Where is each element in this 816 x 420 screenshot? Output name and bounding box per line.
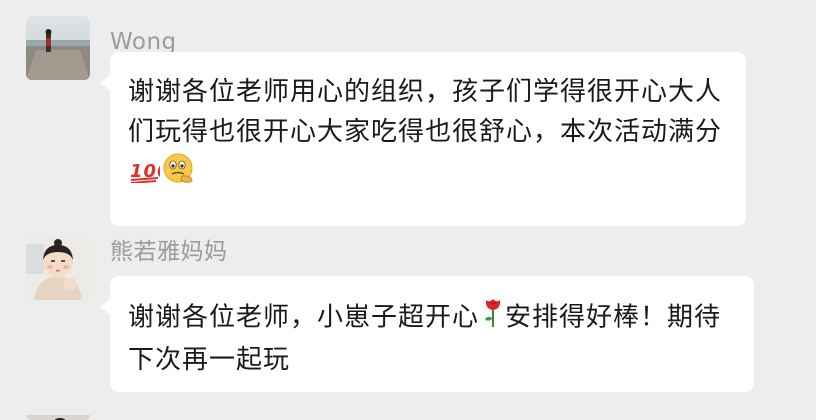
message-bubble[interactable]: 谢谢各位老师，小崽子超开心 安排得好棒！期待下次再一起玩	[101, 276, 754, 392]
hundred-points-emoji: 100	[130, 155, 170, 195]
sender-name: 熊若雅妈妈	[110, 239, 228, 265]
avatar-image	[26, 16, 90, 80]
avatar-image	[26, 415, 90, 420]
message-bubble[interactable]: 谢谢各位老师用心的组织，孩子们学得很开心大人们玩得也很开心大家吃得也很舒心，本次…	[101, 52, 746, 226]
avatar[interactable]	[26, 236, 90, 300]
chat-message: Wong 谢谢各位老师用心的组织，孩子们学得很开心大人们玩得也很开心大家吃得也很…	[0, 14, 816, 226]
avatar[interactable]	[26, 16, 90, 80]
avatar-image	[26, 236, 90, 300]
thinking-face-emoji	[162, 152, 196, 198]
message-text: 谢谢各位老师，小崽子超开心	[128, 302, 480, 333]
rose-emoji	[481, 296, 505, 340]
chat-message: 熊若雅妈妈 谢谢各位老师，小崽子超开心 安排得好棒！期待下次再一起玩	[0, 232, 816, 397]
chat-message-list: Wong 谢谢各位老师用心的组织，孩子们学得很开心大人们玩得也很开心大家吃得也很…	[0, 0, 816, 420]
avatar[interactable]	[26, 410, 90, 420]
message-text: 谢谢各位老师用心的组织，孩子们学得很开心大人们玩得也很开心大家吃得也很舒心，本次…	[128, 77, 723, 147]
chat-message	[0, 410, 816, 420]
